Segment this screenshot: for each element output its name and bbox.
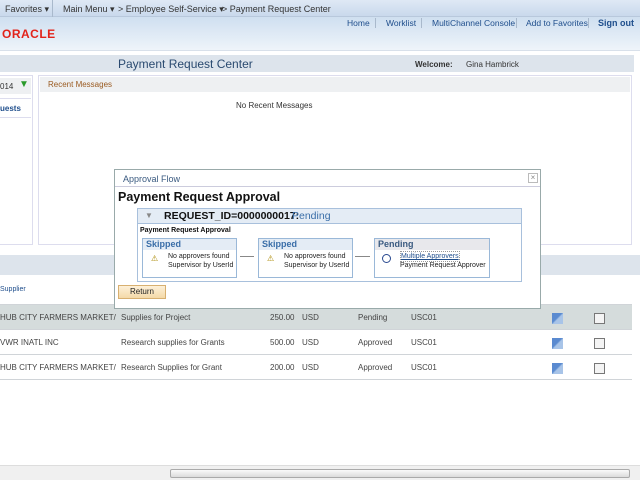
add-to-favorites-link[interactable]: Add to Favorites <box>526 18 588 28</box>
approval-subtitle: Payment Request Approval <box>140 227 231 234</box>
header: Home Worklist MultiChannel Console Add t… <box>0 17 640 51</box>
amount-cell: 200.00 <box>270 363 295 372</box>
supplier-column-header[interactable]: Supplier <box>0 286 26 293</box>
clock-icon <box>382 254 391 263</box>
step-3: Pending Multiple Approvers Payment Reque… <box>374 238 490 278</box>
step-status: Skipped <box>143 239 236 250</box>
modal-heading: Payment Request Approval <box>118 190 281 204</box>
divider <box>52 0 53 17</box>
left-panel: 014 ▼ uests <box>0 75 33 245</box>
step-line2: Supervisor by UserId <box>284 262 350 269</box>
description-cell: Supplies for Project <box>121 313 191 322</box>
approval-flow-icon[interactable] <box>552 313 563 324</box>
requests-link[interactable]: uests <box>0 104 21 113</box>
business-unit-cell: USC01 <box>411 363 437 372</box>
step-line1: No approvers found <box>168 253 230 260</box>
status-cell: Pending <box>358 313 388 322</box>
step-line2: Payment Request Approver <box>400 262 486 269</box>
request-status: Pending <box>292 210 331 222</box>
main-menu[interactable]: Main Menu ▾ <box>63 4 115 15</box>
currency-cell: USD <box>302 363 319 372</box>
top-nav: Favorites ▾ Main Menu ▾ > Employee Self-… <box>0 0 640 17</box>
breadcrumb-payment-request-center: > Payment Request Center <box>222 4 331 14</box>
step-status: Pending <box>375 239 489 250</box>
currency-cell: USD <box>302 313 319 322</box>
pin-icon[interactable]: ▼ <box>19 79 29 90</box>
step-status: Skipped <box>259 239 352 250</box>
status-cell: Approved <box>358 338 393 347</box>
description-cell: Research supplies for Grants <box>121 338 225 347</box>
arrow-icon <box>240 256 254 257</box>
recent-messages-title: Recent Messages <box>48 80 113 89</box>
description-cell: Research Supplies for Grant <box>121 363 222 372</box>
multichannel-console-link[interactable]: MultiChannel Console <box>432 18 515 28</box>
no-messages-text: No Recent Messages <box>236 101 313 110</box>
date-fragment: 014 <box>0 82 14 91</box>
currency-cell: USD <box>302 338 319 347</box>
supplier-cell: HUB CITY FARMERS MARKET/ <box>0 363 116 372</box>
view-document-icon[interactable] <box>594 363 605 374</box>
step-line2: Supervisor by UserId <box>168 262 234 269</box>
table-row[interactable]: HUB CITY FARMERS MARKET/Research Supplie… <box>0 355 632 380</box>
modal-title: Approval Flow <box>123 174 181 184</box>
approval-flow-icon[interactable] <box>552 338 563 349</box>
collapse-icon[interactable]: ▼ <box>145 211 153 220</box>
arrow-icon <box>355 256 370 257</box>
status-cell: Approved <box>358 363 393 372</box>
welcome-label: Welcome: <box>415 60 453 69</box>
oracle-logo: ORACLE <box>2 27 56 41</box>
scrollbar-thumb[interactable] <box>170 469 630 478</box>
step-line1: No approvers found <box>284 253 346 260</box>
approval-flow-icon[interactable] <box>552 363 563 374</box>
user-warning-icon: ⚠ <box>151 254 159 263</box>
table-row[interactable]: VWR INATL INC Research supplies for Grant… <box>0 330 632 355</box>
request-id: REQUEST_ID=0000000017: <box>164 210 300 222</box>
amount-cell: 500.00 <box>270 338 295 347</box>
favorites-menu[interactable]: Favorites ▾ <box>5 4 49 15</box>
view-document-icon[interactable] <box>594 313 605 324</box>
step-2: Skipped ⚠ No approvers found Supervisor … <box>258 238 353 278</box>
view-document-icon[interactable] <box>594 338 605 349</box>
business-unit-cell: USC01 <box>411 338 437 347</box>
close-icon[interactable]: × <box>528 173 538 183</box>
home-link[interactable]: Home <box>347 18 370 28</box>
amount-cell: 250.00 <box>270 313 295 322</box>
page-title: Payment Request Center <box>118 57 253 71</box>
modal-titlebar: Approval Flow × <box>115 170 540 187</box>
worklist-link[interactable]: Worklist <box>386 18 416 28</box>
supplier-cell: VWR INATL INC <box>0 338 59 347</box>
sign-out-link[interactable]: Sign out <box>598 18 634 28</box>
step-1: Skipped ⚠ No approvers found Supervisor … <box>142 238 237 278</box>
user-name: Gina Hambrick <box>466 60 519 69</box>
return-button[interactable]: Return <box>118 285 166 299</box>
supplier-cell: HUB CITY FARMERS MARKET/ <box>0 313 116 322</box>
business-unit-cell: USC01 <box>411 313 437 322</box>
page-title-bar: Payment Request Center Welcome: Gina Ham… <box>0 55 634 72</box>
breadcrumb-employee-self-service[interactable]: > Employee Self-Service ▾ <box>118 4 224 15</box>
user-warning-icon: ⚠ <box>267 254 275 263</box>
